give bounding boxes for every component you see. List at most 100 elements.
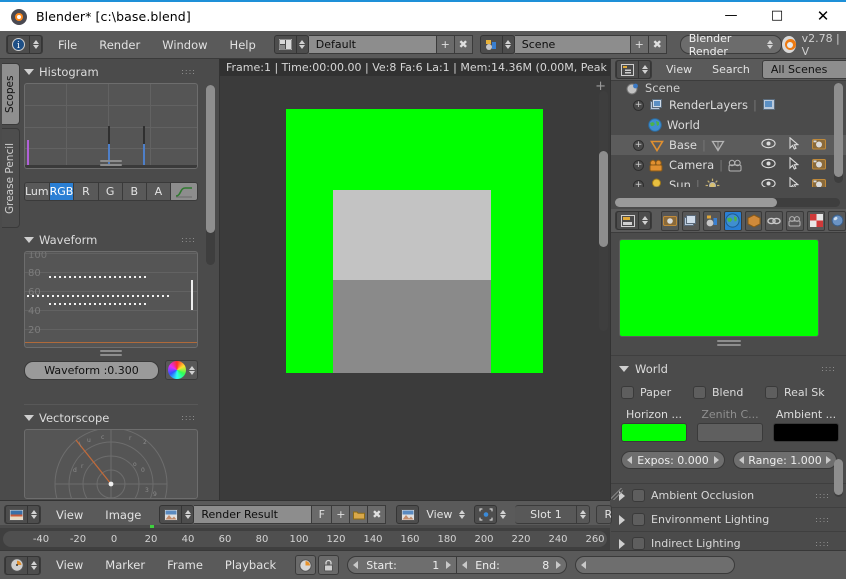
menu-render[interactable]: Render bbox=[88, 38, 151, 52]
close-button[interactable]: ✕ bbox=[800, 1, 846, 30]
properties-editor-type-button[interactable] bbox=[615, 211, 652, 230]
image-menu-image[interactable]: Image bbox=[94, 508, 152, 522]
image-menu-view[interactable]: View bbox=[45, 508, 94, 522]
camera-render-icon[interactable] bbox=[812, 158, 826, 173]
increment-arrow-icon[interactable] bbox=[826, 456, 831, 464]
horizon-color-swatch[interactable] bbox=[621, 423, 687, 442]
ruler-track[interactable]: -40 -20 0 20 40 60 80 100 120 140 160 18… bbox=[3, 531, 607, 547]
increment-arrow-icon[interactable] bbox=[556, 561, 562, 569]
timeline-menu-frame[interactable]: Frame bbox=[156, 558, 214, 572]
waveform-graph[interactable]: 100 80 60 40 20 bbox=[24, 251, 198, 348]
slot-chevrons-icon[interactable] bbox=[577, 505, 591, 524]
scopes-scrollbar[interactable] bbox=[206, 85, 215, 265]
scene-add-button[interactable]: + bbox=[630, 35, 649, 54]
increment-arrow-icon[interactable] bbox=[446, 561, 452, 569]
uv-editor-type-button[interactable] bbox=[4, 505, 41, 524]
expand-icon[interactable]: + bbox=[633, 179, 644, 187]
render-engine-dropdown[interactable]: Blender Render bbox=[679, 32, 782, 58]
cursor-arrow-icon[interactable] bbox=[789, 156, 800, 173]
render-layer-field[interactable]: RenderLay bbox=[596, 505, 613, 524]
zenith-color-swatch[interactable] bbox=[697, 423, 763, 442]
material-tab-icon[interactable] bbox=[828, 210, 846, 231]
minimize-button[interactable]: — bbox=[708, 1, 754, 30]
image-editor-icon[interactable] bbox=[396, 505, 420, 524]
menu-window[interactable]: Window bbox=[151, 38, 218, 52]
expand-icon[interactable]: + bbox=[633, 99, 644, 111]
outliner-row-base[interactable]: + Base | bbox=[611, 135, 846, 155]
timeline-editor-type-button[interactable] bbox=[4, 555, 41, 575]
ambient-color-swatch[interactable] bbox=[773, 423, 839, 442]
outliner-hscrollbar[interactable] bbox=[615, 198, 840, 207]
camera-render-icon[interactable] bbox=[812, 178, 826, 187]
camera-render-icon[interactable] bbox=[812, 138, 826, 153]
outliner-editor-type-button[interactable] bbox=[615, 60, 652, 79]
vectorscope-graph[interactable]: \ u c r2 dr o0 39 bbox=[24, 429, 198, 499]
screen-layout-chevrons-icon[interactable] bbox=[296, 35, 309, 54]
new-image-button[interactable]: + bbox=[332, 505, 351, 524]
sync-icon[interactable] bbox=[295, 555, 317, 575]
decrement-arrow-icon[interactable] bbox=[627, 456, 632, 464]
histogram-resize-handle[interactable] bbox=[100, 158, 122, 166]
preview-resize-handle[interactable] bbox=[716, 340, 741, 346]
render-slot-field[interactable]: Slot 1 bbox=[515, 505, 578, 524]
object-tab-icon[interactable] bbox=[744, 210, 763, 231]
image-datablock-chevrons-icon[interactable] bbox=[182, 505, 195, 524]
decrement-arrow-icon[interactable] bbox=[739, 456, 744, 464]
info-editor-type-button[interactable]: i bbox=[6, 35, 43, 54]
pivot-icon[interactable] bbox=[474, 505, 498, 524]
paper-checkbox[interactable]: Paper bbox=[621, 386, 693, 399]
outliner-display-mode[interactable]: All Scenes bbox=[761, 60, 846, 79]
histogram-mode-rgb[interactable]: RGB bbox=[49, 183, 75, 200]
timeline-menu-playback[interactable]: Playback bbox=[214, 558, 287, 572]
decrement-arrow-icon[interactable] bbox=[462, 561, 468, 569]
cursor-arrow-icon[interactable] bbox=[789, 136, 800, 153]
outliner-menu-search[interactable]: Search bbox=[702, 63, 760, 76]
increment-arrow-icon[interactable] bbox=[714, 456, 719, 464]
image-editor-scrollbar[interactable] bbox=[599, 91, 608, 331]
view-mode-label[interactable]: View bbox=[419, 508, 459, 521]
cursor-arrow-icon[interactable] bbox=[789, 176, 800, 187]
world-preview[interactable] bbox=[619, 239, 819, 337]
maximize-button[interactable]: □ bbox=[754, 1, 800, 30]
histogram-mode-lum[interactable]: Lum bbox=[25, 183, 50, 200]
waveform-resize-handle[interactable] bbox=[100, 348, 122, 356]
histogram-mode-a[interactable]: A bbox=[146, 183, 172, 200]
expand-icon[interactable]: + bbox=[633, 159, 644, 171]
properties-scrollbar[interactable] bbox=[834, 459, 843, 497]
start-frame-field[interactable]: Start: 1 bbox=[347, 556, 458, 574]
timeline-menu-marker[interactable]: Marker bbox=[94, 558, 156, 572]
outliner-row-scene[interactable]: Scene bbox=[611, 81, 846, 95]
blend-checkbox[interactable]: Blend bbox=[693, 386, 765, 399]
outliner-row-world[interactable]: World bbox=[611, 115, 846, 135]
outliner-menu-view[interactable]: View bbox=[656, 63, 702, 76]
checkbox-icon[interactable] bbox=[632, 513, 645, 526]
checkbox-icon[interactable] bbox=[632, 537, 645, 550]
constraints-tab-icon[interactable] bbox=[765, 210, 784, 231]
tab-grease-pencil[interactable]: Grease Pencil bbox=[2, 128, 20, 228]
unlink-image-button[interactable]: ✖ bbox=[368, 505, 387, 524]
outliner-vscrollbar[interactable] bbox=[834, 83, 843, 183]
waveform-opacity-slider[interactable]: Waveform :0.300 bbox=[24, 360, 159, 380]
render-canvas[interactable]: + bbox=[220, 76, 610, 500]
vectorscope-title-row[interactable]: Vectorscope :::: bbox=[24, 409, 198, 426]
histogram-title-row[interactable]: Histogram :::: bbox=[24, 63, 198, 80]
outliner-row-renderlayers[interactable]: + RenderLayers | bbox=[611, 95, 846, 115]
end-frame-field[interactable]: End: 8 bbox=[457, 556, 568, 574]
renderlayers-data-icon[interactable] bbox=[762, 98, 777, 113]
object-data-tab-icon[interactable] bbox=[786, 210, 805, 231]
camera-data-icon[interactable] bbox=[728, 158, 743, 173]
histogram-graph[interactable] bbox=[24, 83, 198, 169]
expand-icon[interactable]: + bbox=[633, 139, 644, 151]
histogram-mode-g[interactable]: G bbox=[98, 183, 123, 200]
waveform-title-row[interactable]: Waveform :::: bbox=[24, 231, 198, 248]
environment-lighting-section[interactable]: Environment Lighting :::: bbox=[611, 507, 846, 531]
menu-file[interactable]: File bbox=[47, 38, 88, 52]
screen-layout-field[interactable]: Default bbox=[308, 35, 437, 54]
screen-remove-button[interactable]: ✖ bbox=[454, 35, 473, 54]
histogram-mode-b[interactable]: B bbox=[122, 183, 147, 200]
image-datablock-icon[interactable] bbox=[159, 505, 183, 524]
area-resize-corner[interactable] bbox=[611, 488, 623, 500]
screen-layout-icon[interactable] bbox=[273, 35, 297, 54]
texture-tab-icon[interactable] bbox=[807, 210, 826, 231]
image-datablock-field[interactable]: Render Result bbox=[194, 505, 313, 524]
